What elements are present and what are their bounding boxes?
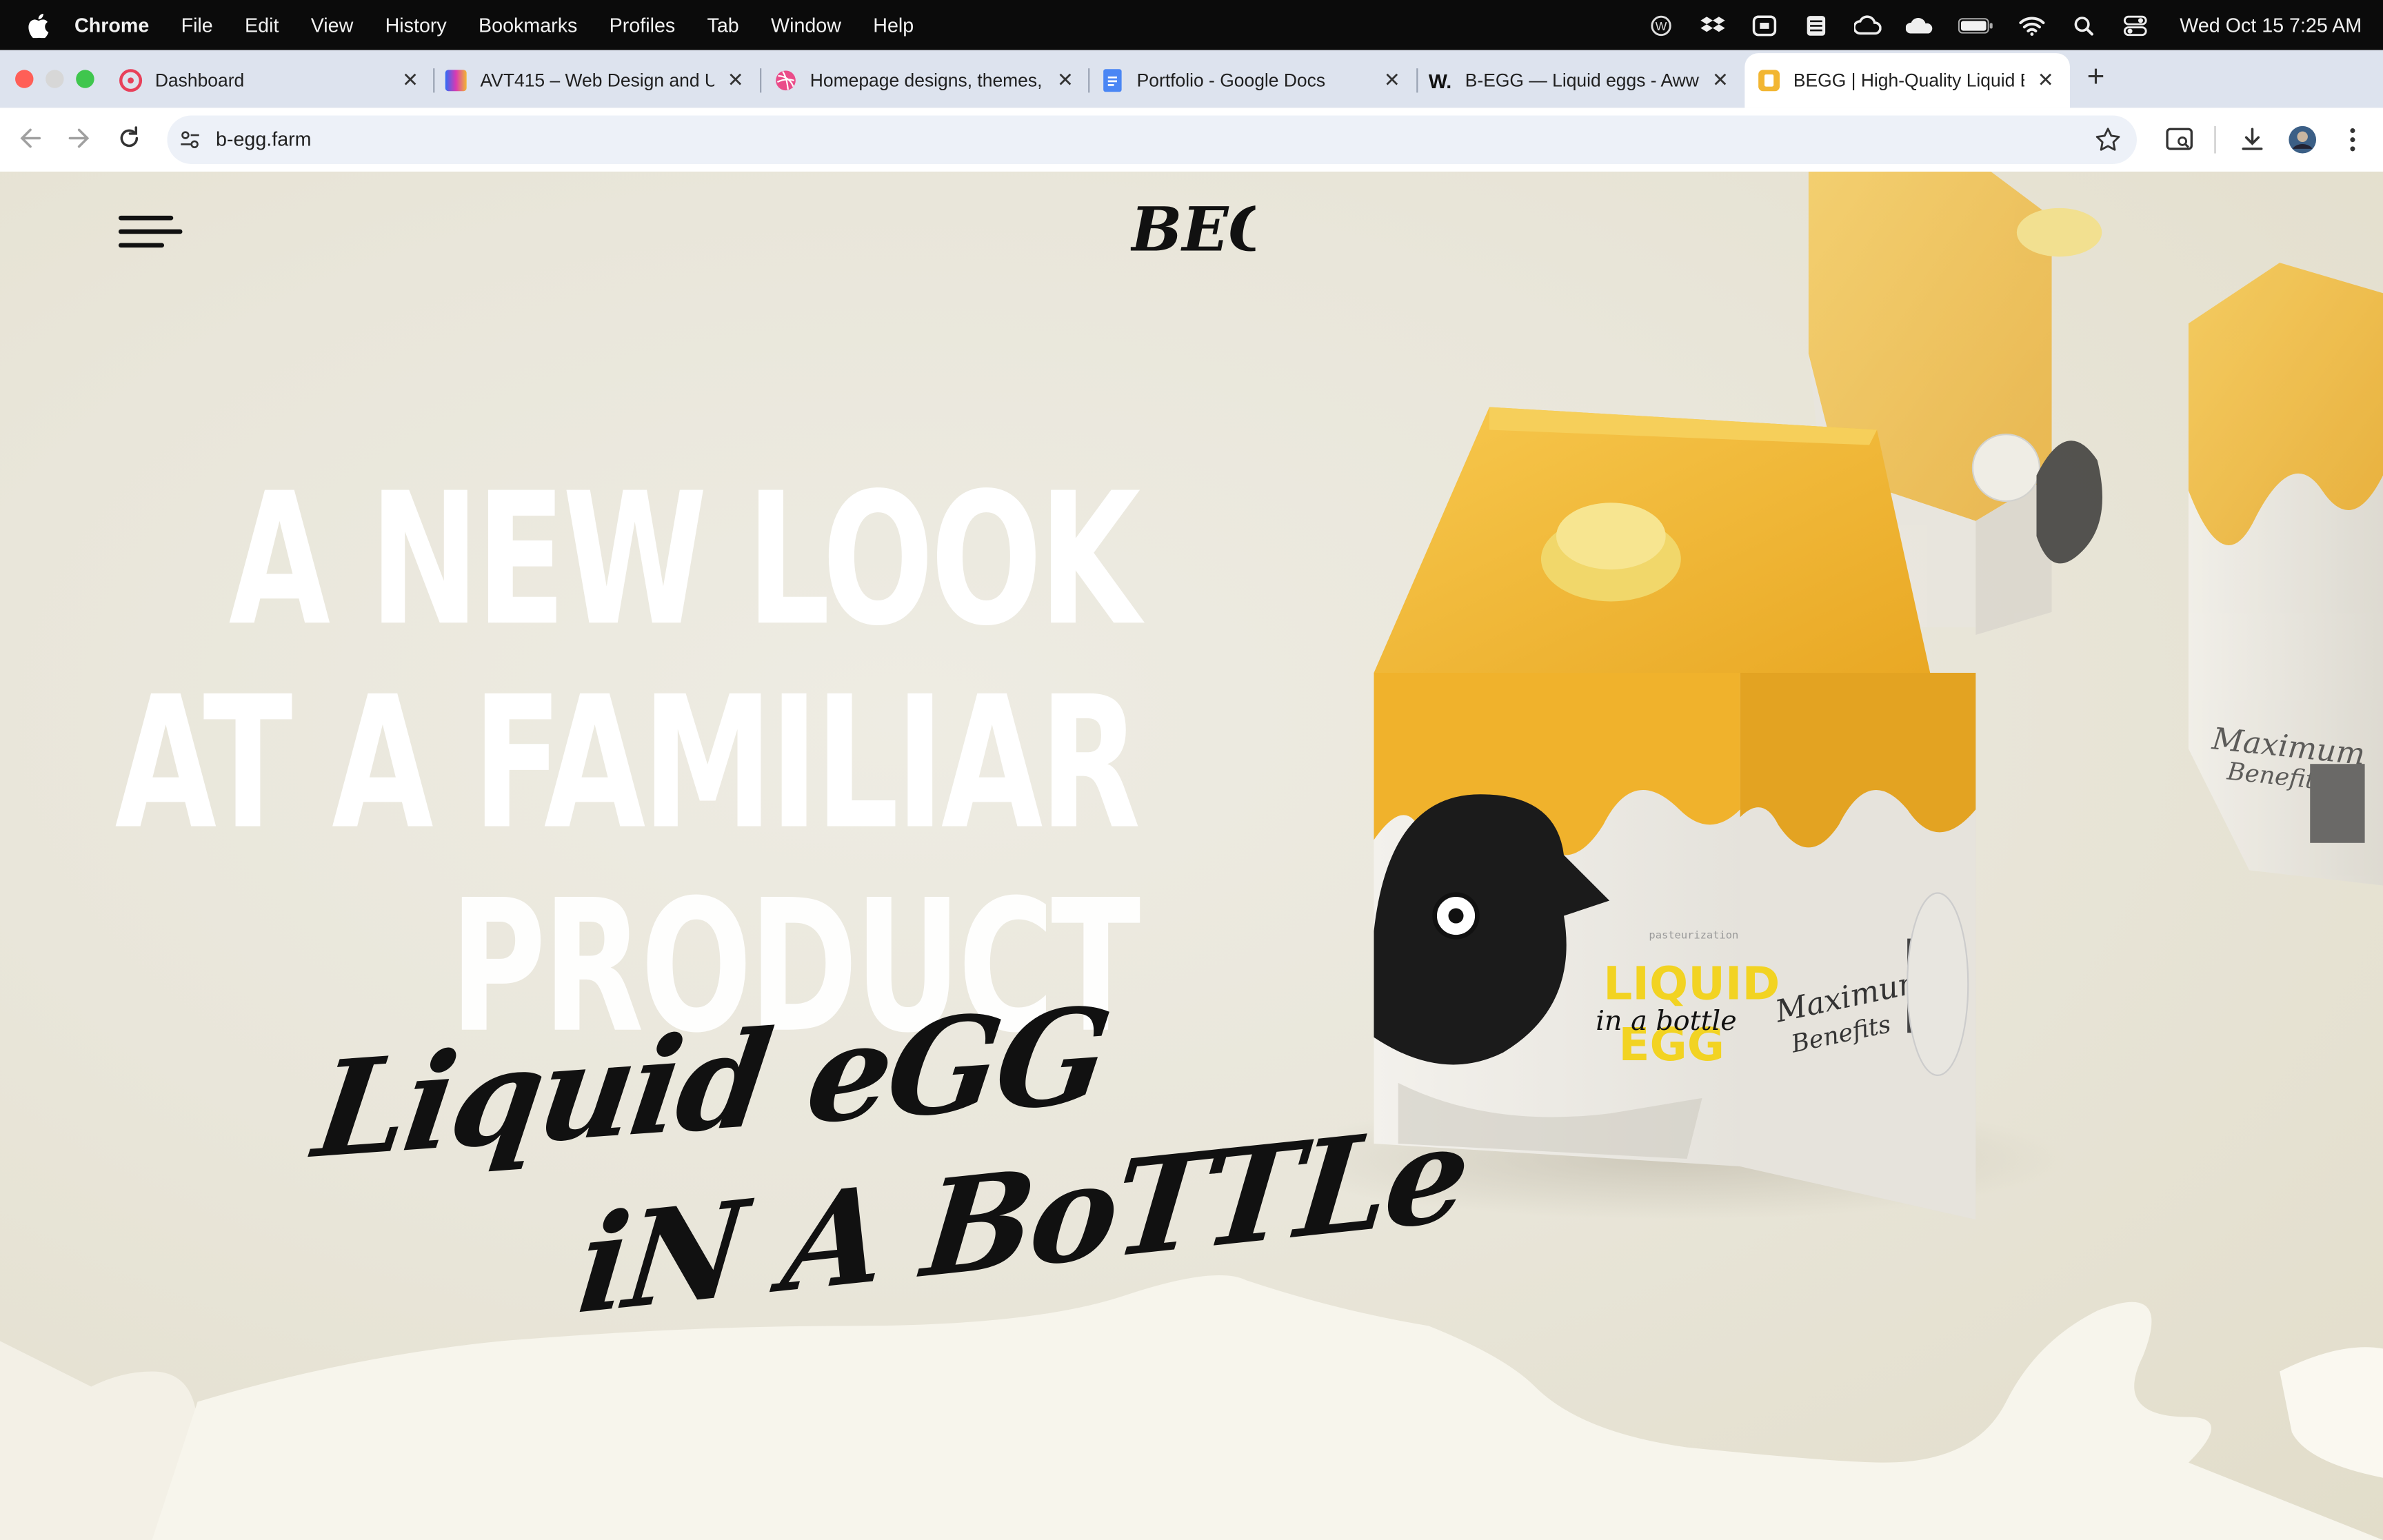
- battery-icon[interactable]: [1958, 14, 1995, 36]
- hero-headline: A NEW LOOK AT A FAMILIAR PRODUCT: [114, 455, 1140, 1071]
- reload-icon[interactable]: [114, 123, 144, 153]
- avt415-favicon-icon: [445, 70, 467, 92]
- tab-title: Homepage designs, themes, t: [810, 70, 1045, 92]
- menu-history[interactable]: History: [385, 14, 447, 37]
- bookmark-star-icon[interactable]: [2094, 126, 2122, 154]
- onedrive-icon[interactable]: [1906, 14, 1934, 36]
- browser-tab-strip: Dashboard ✕ AVT415 – Web Design and Us ✕…: [0, 50, 2383, 108]
- site-settings-icon[interactable]: [179, 129, 201, 150]
- screen-icon[interactable]: [1751, 14, 1779, 36]
- window-controls: [15, 70, 94, 88]
- google-docs-favicon-icon: [1103, 69, 1122, 92]
- close-tab-icon[interactable]: ✕: [1380, 68, 1404, 92]
- close-tab-icon[interactable]: ✕: [1708, 68, 1732, 92]
- more-menu-icon[interactable]: [2337, 125, 2368, 155]
- tab-title: Dashboard: [154, 70, 245, 92]
- liquid-egg-cartons-image: Maximum Benefits LIQUID EGG in a bottle: [1337, 171, 2383, 1220]
- headline-line-2: AT A FAMILIAR: [114, 659, 1140, 871]
- back-arrow-icon[interactable]: [15, 123, 46, 153]
- browser-toolbar: b-egg.farm: [0, 108, 2383, 174]
- control-center-icon[interactable]: [2122, 14, 2150, 36]
- menubar-clock[interactable]: Wed Oct 15 7:25 AM: [2180, 14, 2362, 37]
- begg-page: Maximum Benefits LIQUID EGG in a bottle: [0, 171, 2383, 1540]
- tab-awwwards[interactable]: W. B-EGG — Liquid eggs - Awww ✕: [1429, 53, 1733, 108]
- tab-dribbble[interactable]: Homepage designs, themes, t ✕: [774, 53, 1078, 108]
- svg-text:pasteurization: pasteurization: [1649, 929, 1738, 942]
- forward-arrow-icon[interactable]: [64, 123, 94, 153]
- tab-title: B-EGG — Liquid eggs - Awww: [1465, 70, 1700, 92]
- menu-chrome[interactable]: Chrome: [74, 14, 149, 37]
- close-tab-icon[interactable]: ✕: [1053, 68, 1077, 92]
- wifi-icon[interactable]: [2019, 14, 2047, 36]
- url-text[interactable]: b-egg.farm: [216, 128, 312, 150]
- headline-line-1: A NEW LOOK: [228, 455, 1140, 667]
- zoom-window-button[interactable]: [76, 70, 94, 88]
- new-tab-button[interactable]: +: [2080, 61, 2111, 96]
- menu-view[interactable]: View: [311, 14, 354, 37]
- svg-text:W: W: [1656, 19, 1667, 32]
- close-tab-icon[interactable]: ✕: [2033, 68, 2058, 92]
- close-tab-icon[interactable]: ✕: [398, 68, 422, 92]
- awwwards-favicon-icon: W.: [1429, 71, 1451, 93]
- menu-bookmarks[interactable]: Bookmarks: [479, 14, 577, 37]
- tab-separator: [760, 68, 762, 93]
- menu-profiles[interactable]: Profiles: [610, 14, 676, 37]
- creative-cloud-icon[interactable]: [1854, 14, 1882, 36]
- tab-title: BEGG | High-Quality Liquid Eg: [1793, 70, 2024, 92]
- tab-separator: [433, 68, 435, 93]
- tab-google-docs[interactable]: Portfolio - Google Docs ✕: [1100, 53, 1405, 108]
- profile-avatar-icon[interactable]: [2287, 125, 2317, 155]
- wordpress-icon[interactable]: W: [1648, 14, 1676, 36]
- begg-logo[interactable]: BEGG: [1131, 199, 1256, 263]
- close-tab-icon[interactable]: ✕: [723, 68, 747, 92]
- menu-window[interactable]: Window: [771, 14, 841, 37]
- dribbble-favicon-icon: [776, 70, 796, 91]
- menu-tab[interactable]: Tab: [707, 14, 739, 37]
- toolbar-divider: [2214, 125, 2216, 154]
- svg-text:BEGG: BEGG: [1131, 199, 1256, 263]
- cream-wave-shape: [0, 1275, 2383, 1540]
- svg-text:in a bottle: in a bottle: [1596, 1005, 1736, 1037]
- menu-file[interactable]: File: [181, 14, 213, 37]
- svg-text:W.: W.: [1429, 71, 1451, 93]
- tab-title: Portfolio - Google Docs: [1136, 70, 1326, 92]
- dashboard-favicon-icon: [119, 69, 143, 92]
- dropbox-icon[interactable]: [1700, 14, 1727, 36]
- download-icon[interactable]: [2237, 125, 2267, 155]
- news-icon[interactable]: [1803, 14, 1831, 36]
- tab-separator: [1416, 68, 1418, 93]
- apple-logo-icon[interactable]: [28, 12, 49, 37]
- spotlight-icon[interactable]: [2071, 14, 2098, 36]
- tab-avt415[interactable]: AVT415 – Web Design and Us ✕: [444, 53, 748, 108]
- menu-help[interactable]: Help: [873, 14, 914, 37]
- address-bar[interactable]: b-egg.farm: [167, 115, 2137, 164]
- tab-begg-active[interactable]: BEGG | High-Quality Liquid Eg ✕: [1744, 53, 2070, 108]
- tab-dashboard[interactable]: Dashboard ✕: [116, 53, 423, 108]
- menu-edit[interactable]: Edit: [245, 14, 279, 37]
- tab-title: AVT415 – Web Design and Us: [480, 70, 714, 92]
- menu-hamburger-button[interactable]: [118, 215, 183, 252]
- tab-separator: [1088, 68, 1090, 93]
- tab-search-icon[interactable]: [2164, 125, 2195, 155]
- close-window-button[interactable]: [15, 70, 34, 88]
- begg-favicon-icon: [1758, 70, 1780, 92]
- svg-text:LIQUID: LIQUID: [1603, 958, 1780, 1011]
- minimize-window-button[interactable]: [46, 70, 64, 88]
- macos-menu-bar: Chrome File Edit View History Bookmarks …: [0, 0, 2383, 50]
